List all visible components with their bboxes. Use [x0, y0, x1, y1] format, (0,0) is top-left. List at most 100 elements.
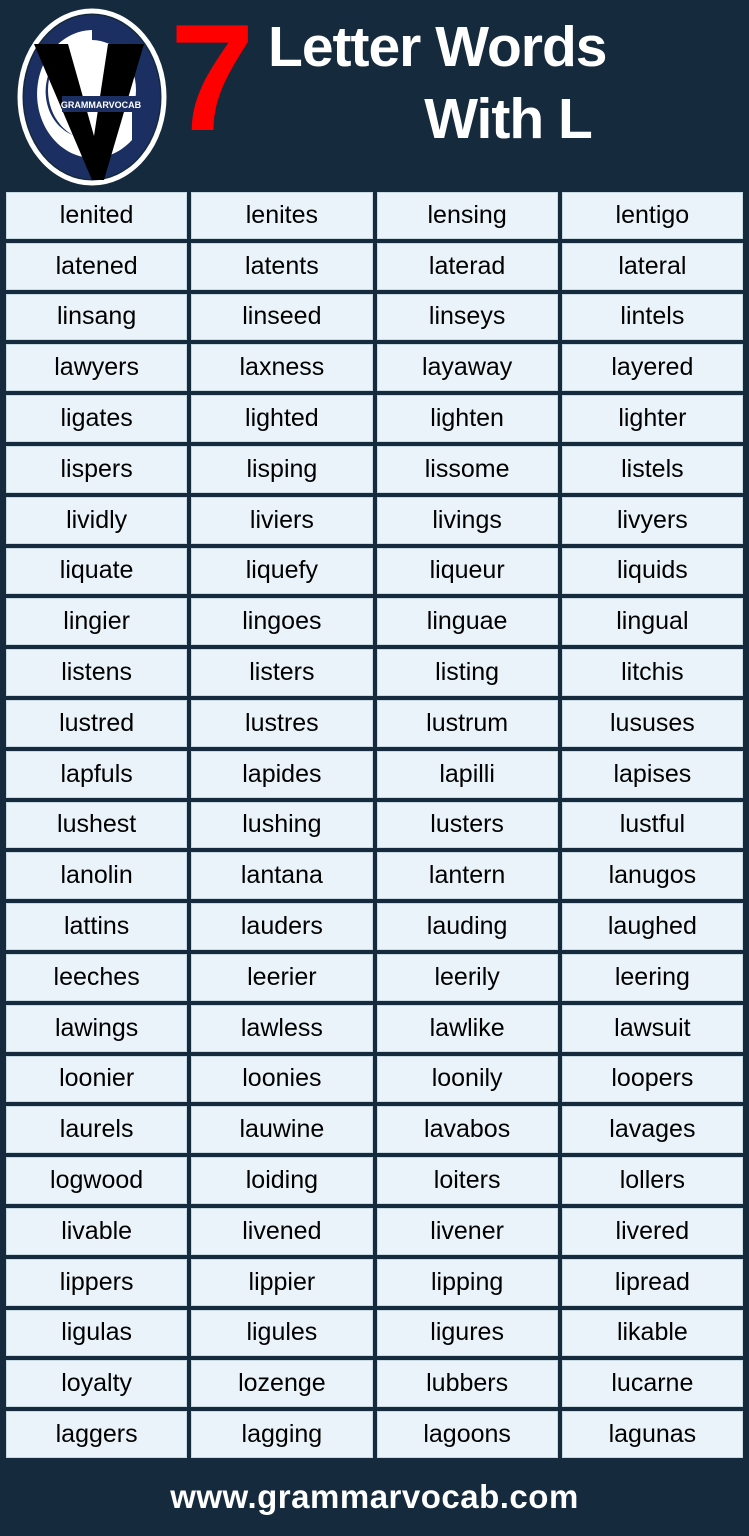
word-cell[interactable]: lapises [561, 750, 743, 798]
word-cell[interactable]: listing [376, 649, 558, 696]
word-cell[interactable]: linseed [191, 293, 373, 341]
word-cell[interactable]: loonier [6, 1055, 188, 1103]
word-cell[interactable]: laterad [376, 242, 558, 290]
word-cell[interactable]: lissome [376, 445, 558, 493]
word-cell[interactable]: lispers [6, 445, 188, 493]
word-cell[interactable]: lauders [191, 903, 373, 950]
word-cell[interactable]: lipread [561, 1258, 743, 1306]
word-cell[interactable]: lipping [376, 1258, 558, 1306]
word-cell[interactable]: lingoes [191, 598, 373, 646]
word-cell[interactable]: ligures [376, 1309, 558, 1357]
word-cell[interactable]: livened [191, 1207, 373, 1255]
word-cell[interactable]: lighter [561, 395, 743, 442]
word-cell[interactable]: lawings [6, 1004, 188, 1052]
word-cell[interactable]: lagunas [561, 1411, 743, 1458]
word-cell[interactable]: listens [6, 649, 188, 696]
word-cell[interactable]: layered [561, 344, 743, 392]
word-cell[interactable]: ligules [191, 1309, 373, 1357]
word-cell[interactable]: liquate [6, 547, 188, 595]
word-cell[interactable]: lapfuls [6, 750, 188, 798]
word-cell[interactable]: lustful [561, 801, 743, 849]
word-cell[interactable]: lingier [6, 598, 188, 646]
word-cell[interactable]: litchis [561, 649, 743, 696]
word-cell[interactable]: liqueur [376, 547, 558, 595]
word-cell[interactable]: likable [561, 1309, 743, 1357]
word-cell[interactable]: lustrum [376, 699, 558, 747]
word-cell[interactable]: lusters [376, 801, 558, 849]
word-cell[interactable]: liquids [561, 547, 743, 595]
word-cell[interactable]: lushest [6, 801, 188, 849]
word-cell[interactable]: lantana [191, 852, 373, 900]
word-cell[interactable]: lauwine [191, 1106, 373, 1154]
word-cell[interactable]: laggers [6, 1411, 188, 1458]
word-cell[interactable]: latents [191, 242, 373, 290]
word-cell[interactable]: laxness [191, 344, 373, 392]
word-cell[interactable]: loiding [191, 1157, 373, 1204]
word-cell[interactable]: lanolin [6, 852, 188, 900]
word-cell[interactable]: lagging [191, 1411, 373, 1458]
word-cell[interactable]: livable [6, 1207, 188, 1255]
word-cell[interactable]: lenites [191, 192, 373, 239]
word-cell[interactable]: listels [561, 445, 743, 493]
word-cell[interactable]: ligates [6, 395, 188, 442]
word-cell[interactable]: livered [561, 1207, 743, 1255]
word-cell[interactable]: lisping [191, 445, 373, 493]
word-cell[interactable]: leerier [191, 953, 373, 1001]
word-cell[interactable]: loonily [376, 1055, 558, 1103]
word-cell[interactable]: lattins [6, 903, 188, 950]
word-cell[interactable]: livyers [561, 496, 743, 544]
word-cell[interactable]: liquefy [191, 547, 373, 595]
word-cell[interactable]: leeches [6, 953, 188, 1001]
word-cell[interactable]: linguae [376, 598, 558, 646]
word-cell[interactable]: lavages [561, 1106, 743, 1154]
word-cell[interactable]: lagoons [376, 1411, 558, 1458]
word-cell[interactable]: loiters [376, 1157, 558, 1204]
word-cell[interactable]: livings [376, 496, 558, 544]
word-cell[interactable]: lucarne [561, 1360, 743, 1408]
word-cell[interactable]: loyalty [6, 1360, 188, 1408]
word-cell[interactable]: lozenge [191, 1360, 373, 1408]
word-cell[interactable]: lanugos [561, 852, 743, 900]
word-cell[interactable]: lauding [376, 903, 558, 950]
word-cell[interactable]: lapides [191, 750, 373, 798]
word-cell[interactable]: ligulas [6, 1309, 188, 1357]
word-cell[interactable]: lighted [191, 395, 373, 442]
word-cell[interactable]: lantern [376, 852, 558, 900]
word-cell[interactable]: layaway [376, 344, 558, 392]
word-cell[interactable]: lippers [6, 1258, 188, 1306]
word-cell[interactable]: loonies [191, 1055, 373, 1103]
word-cell[interactable]: laughed [561, 903, 743, 950]
word-cell[interactable]: lushing [191, 801, 373, 849]
word-cell[interactable]: lususes [561, 699, 743, 747]
word-cell[interactable]: lensing [376, 192, 558, 239]
word-cell[interactable]: lentigo [561, 192, 743, 239]
word-cell[interactable]: linseys [376, 293, 558, 341]
word-cell[interactable]: lapilli [376, 750, 558, 798]
word-cell[interactable]: lawless [191, 1004, 373, 1052]
word-cell[interactable]: lintels [561, 293, 743, 341]
word-cell[interactable]: lenited [6, 192, 188, 239]
word-cell[interactable]: laurels [6, 1106, 188, 1154]
word-cell[interactable]: lateral [561, 242, 743, 290]
word-cell[interactable]: latened [6, 242, 188, 290]
word-cell[interactable]: lollers [561, 1157, 743, 1204]
word-cell[interactable]: lippier [191, 1258, 373, 1306]
word-cell[interactable]: lividly [6, 496, 188, 544]
word-cell[interactable]: lawsuit [561, 1004, 743, 1052]
word-cell[interactable]: linsang [6, 293, 188, 341]
word-cell[interactable]: leerily [376, 953, 558, 1001]
word-cell[interactable]: listers [191, 649, 373, 696]
word-cell[interactable]: lustred [6, 699, 188, 747]
word-cell[interactable]: lingual [561, 598, 743, 646]
word-cell[interactable]: lawlike [376, 1004, 558, 1052]
word-cell[interactable]: liviers [191, 496, 373, 544]
word-cell[interactable]: lubbers [376, 1360, 558, 1408]
word-cell[interactable]: leering [561, 953, 743, 1001]
word-cell[interactable]: lavabos [376, 1106, 558, 1154]
word-cell[interactable]: lighten [376, 395, 558, 442]
word-cell[interactable]: lawyers [6, 344, 188, 392]
word-cell[interactable]: livener [376, 1207, 558, 1255]
word-cell[interactable]: loopers [561, 1055, 743, 1103]
word-cell[interactable]: lustres [191, 699, 373, 747]
word-cell[interactable]: logwood [6, 1157, 188, 1204]
